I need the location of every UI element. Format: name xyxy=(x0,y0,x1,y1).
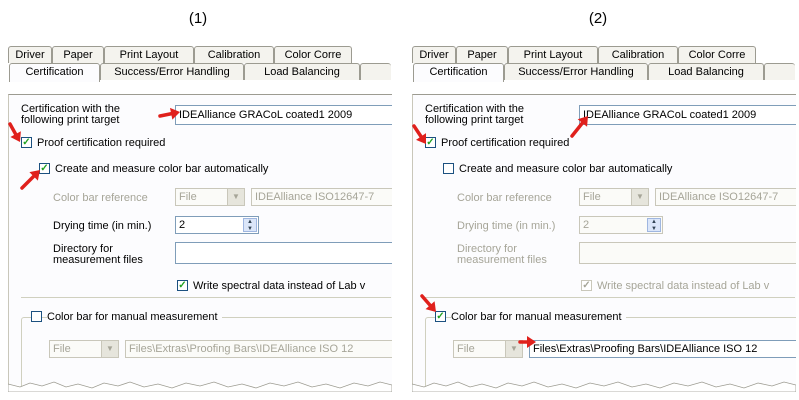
dialog-panel-2: Driver Paper Print Layout Calibration Color … xyxy=(412,40,796,392)
red-arrow-icon xyxy=(518,336,536,348)
dialog-panel-1: Driver Paper Print Layout Calibration Color … xyxy=(8,40,392,392)
caption-2: (2) xyxy=(588,10,608,27)
caption-1: (1) xyxy=(188,10,208,27)
red-arrow-icon xyxy=(20,170,40,190)
